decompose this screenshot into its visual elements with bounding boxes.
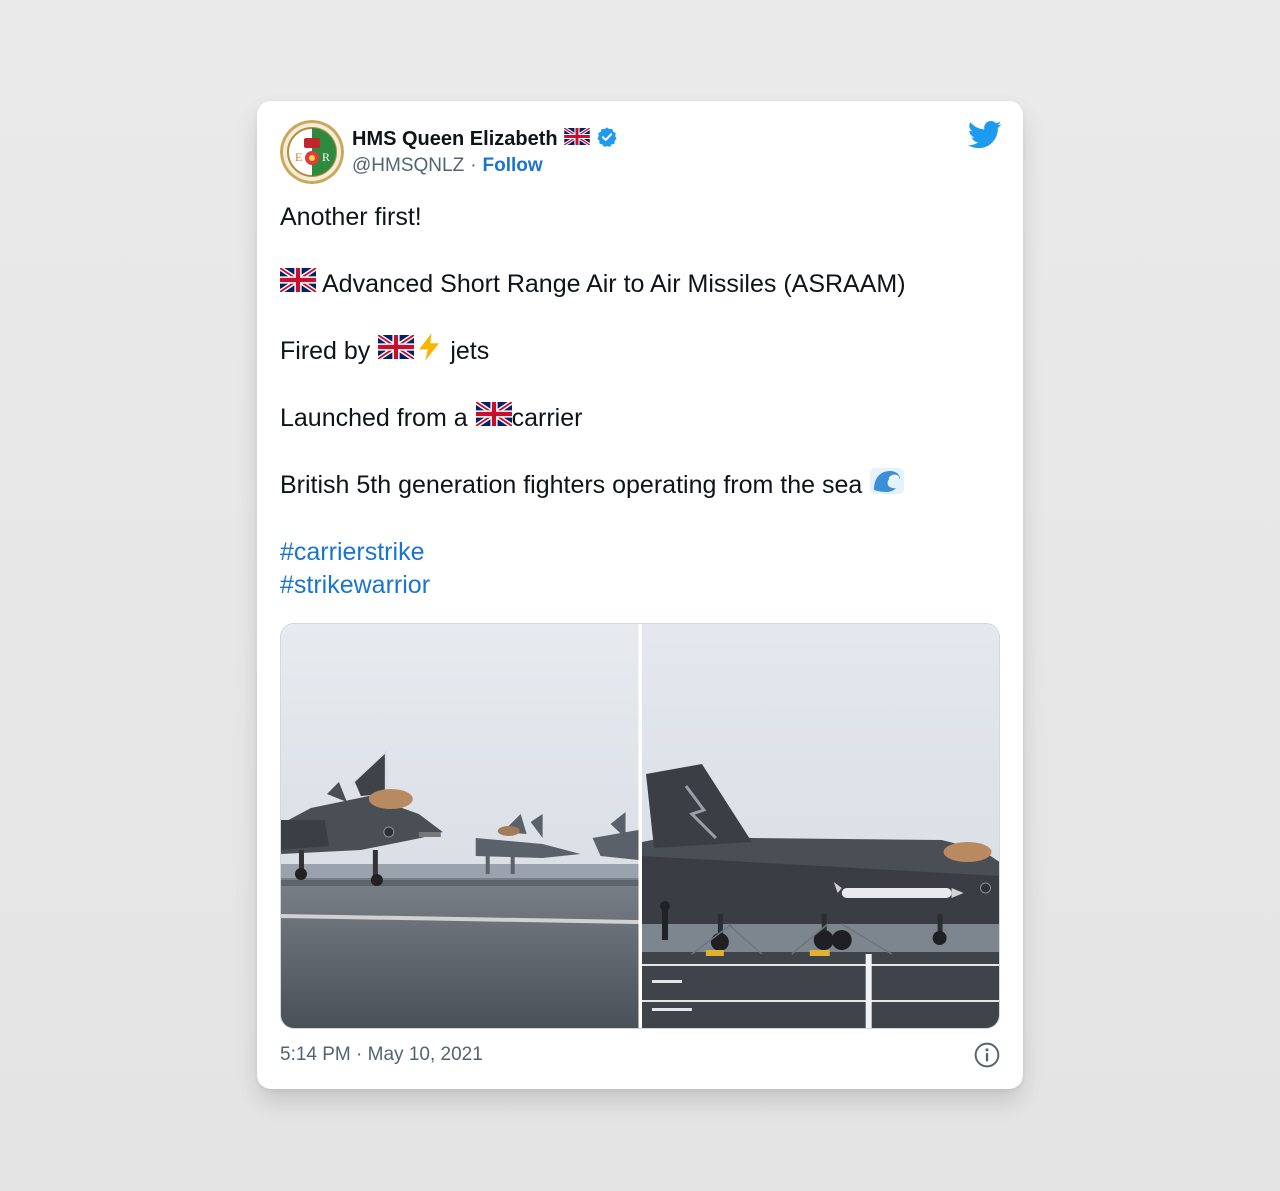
tweet-line-2: Advanced Short Range Air to Air Missiles… xyxy=(278,266,1000,301)
name-row: HMS Queen Elizabeth xyxy=(352,126,618,153)
tweet-line-5-text: British 5th generation fighters operatin… xyxy=(280,471,863,499)
tweet-line-4-end: carrier xyxy=(511,404,583,432)
svg-text:R: R xyxy=(322,150,330,164)
uk-flag-icon xyxy=(474,400,513,435)
tweet-header: E R HMS Queen Elizabeth @HMSQNLZ · Follo… xyxy=(280,120,1002,186)
photo-1[interactable] xyxy=(281,624,639,1028)
media-grid xyxy=(280,623,1000,1029)
tweet-line-3-end: jets xyxy=(450,337,490,365)
tweet-line-2-text: Advanced Short Range Air to Air Missiles… xyxy=(322,270,906,298)
uk-flag-icon xyxy=(376,333,416,368)
hashtag-link[interactable]: #strikewarrior xyxy=(280,569,430,602)
handle[interactable]: @HMSQNLZ xyxy=(352,155,464,177)
hashtag-strikewarrior[interactable]: #strikewarrior xyxy=(280,569,1000,602)
timestamp-link[interactable]: 5:14 PM · May 10, 2021 xyxy=(280,1044,483,1066)
follow-button[interactable]: Follow xyxy=(483,155,543,177)
tweet-line-3: Fired by jets xyxy=(280,332,1000,371)
hashtag-link[interactable]: #carrierstrike xyxy=(280,536,424,569)
info-icon[interactable] xyxy=(974,1042,1000,1068)
lightning-bolt-icon xyxy=(414,332,444,371)
hashtag-carrierstrike[interactable]: #carrierstrike xyxy=(280,536,1000,569)
tweet-line-3-start: Fired by xyxy=(280,337,371,365)
twitter-bird-icon[interactable] xyxy=(968,120,1002,150)
verified-badge-icon xyxy=(596,126,618,153)
tweet-footer: 5:14 PM · May 10, 2021 xyxy=(280,1039,1000,1071)
separator: · xyxy=(470,155,477,176)
water-wave-icon xyxy=(870,466,905,505)
uk-flag-icon xyxy=(562,126,591,150)
display-name[interactable]: HMS Queen Elizabeth xyxy=(352,128,558,151)
tweet-line-4: Launched from a carrier xyxy=(280,400,1000,435)
avatar[interactable]: E R xyxy=(280,120,344,184)
tweet-card: E R HMS Queen Elizabeth @HMSQNLZ · Follo… xyxy=(257,101,1023,1089)
tweet-line-1: Another first! xyxy=(280,203,422,231)
photo-2[interactable] xyxy=(641,624,999,1028)
handle-row: @HMSQNLZ · Follow xyxy=(352,154,543,178)
tweet-body: Another first! Advanced Short Range Air … xyxy=(278,201,1000,602)
tweet-line-4-start: Launched from a xyxy=(280,404,468,432)
uk-flag-icon xyxy=(278,266,318,301)
svg-text:E: E xyxy=(295,150,302,164)
tweet-line-5: British 5th generation fighters operatin… xyxy=(280,466,1000,505)
